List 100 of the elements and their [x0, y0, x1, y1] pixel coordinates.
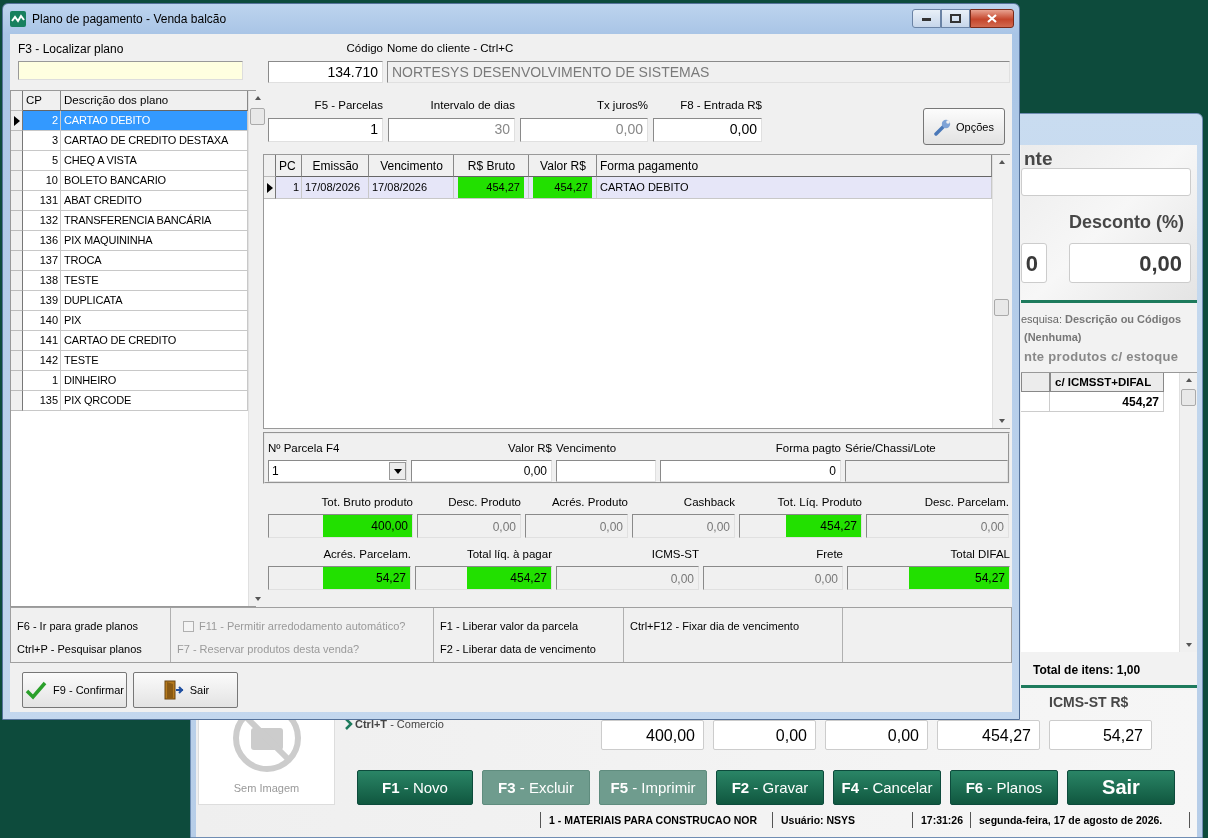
row-header — [11, 231, 23, 251]
column-header[interactable]: R$ Bruto — [454, 155, 529, 177]
plan-row[interactable]: 137 TROCA — [11, 251, 248, 271]
table-cell: PIX QRCODE — [61, 391, 248, 411]
plan-row[interactable]: 141 CARTAO DE CREDITO — [11, 331, 248, 351]
table-cell: TRANSFERENCIA BANCÁRIA — [61, 211, 248, 231]
plan-row[interactable]: 135 PIX QRCODE — [11, 391, 248, 411]
discount-field[interactable]: 0,00 — [1069, 243, 1191, 283]
input-field[interactable] — [1021, 168, 1191, 196]
row-header — [11, 131, 23, 151]
field-label: Cashback — [682, 496, 735, 510]
input-field[interactable]: 134.710 — [268, 61, 383, 83]
column-header[interactable]: c/ ICMSST+DIFAL — [1050, 373, 1164, 392]
status-text: segunda-feira, 17 de agosto de 2026. — [970, 812, 1190, 828]
exit-button[interactable]: Sair — [1067, 770, 1175, 805]
row-header — [11, 291, 23, 311]
options-button[interactable]: Opções — [923, 108, 1005, 145]
column-header[interactable]: Descrição dos plano — [61, 91, 248, 111]
row-header — [11, 311, 23, 331]
column-header[interactable]: Emissão — [302, 155, 369, 177]
column-header[interactable]: Valor R$ — [529, 155, 597, 177]
total-field[interactable]: 0,00 — [825, 720, 928, 750]
input-field[interactable]: 1 — [268, 118, 383, 142]
field-label: ICMS-ST R$ — [1049, 693, 1130, 712]
column-header[interactable]: CP — [23, 91, 61, 111]
scrollbar[interactable] — [1179, 373, 1197, 652]
minimize-button[interactable] — [912, 9, 941, 28]
scroll-thumb[interactable] — [994, 299, 1009, 316]
total-field[interactable]: 0,00 — [632, 514, 735, 538]
field-label: F5 - Parcelas — [313, 99, 383, 113]
scrollbar[interactable] — [992, 155, 1010, 428]
table-cell: 137 — [23, 251, 61, 271]
field-label: Vencimento — [556, 442, 618, 456]
total-field[interactable]: 54,27 — [1049, 720, 1152, 750]
close-button[interactable] — [970, 9, 1014, 28]
total-field[interactable]: 454,27 — [415, 566, 552, 590]
total-field[interactable]: 0,00 — [713, 720, 816, 750]
exit-button[interactable]: Sair — [133, 672, 238, 708]
total-field[interactable]: 454,27 — [739, 514, 862, 538]
scroll-thumb[interactable] — [250, 108, 265, 125]
plan-row[interactable]: 1 DINHEIRO — [11, 371, 248, 391]
table-cell: 131 — [23, 191, 61, 211]
table-cell: TESTE — [61, 351, 248, 371]
column-header[interactable]: Vencimento — [369, 155, 454, 177]
search-field[interactable] — [18, 61, 243, 80]
total-field[interactable]: 0,00 — [556, 566, 699, 590]
total-field[interactable]: 0,00 — [866, 514, 1009, 538]
field-label: Total líq. à pagar — [465, 548, 552, 562]
action-button[interactable]: F1 - Novo — [357, 770, 473, 805]
action-button[interactable]: F4 - Cancelar — [833, 770, 941, 805]
plan-row[interactable]: 132 TRANSFERENCIA BANCÁRIA — [11, 211, 248, 231]
row-header — [11, 351, 23, 371]
maximize-button[interactable] — [941, 9, 970, 28]
field-label: Forma pagto — [774, 442, 841, 456]
row-header — [11, 371, 23, 391]
scrollbar[interactable] — [248, 91, 266, 606]
column-header[interactable]: PC — [276, 155, 302, 177]
field-label: ICMS-ST — [650, 548, 699, 562]
total-field[interactable]: 54,27 — [268, 566, 411, 590]
total-field[interactable]: 0,00 — [417, 514, 521, 538]
total-field[interactable]: 400,00 — [268, 514, 413, 538]
total-field[interactable]: 0,00 — [525, 514, 628, 538]
input-field[interactable]: 0 — [1021, 243, 1047, 283]
input-field[interactable] — [556, 460, 656, 482]
total-field[interactable]: 400,00 — [601, 720, 704, 750]
dropdown[interactable]: 1 — [268, 460, 407, 482]
table-cell: CARTAO DE CREDITO DESTAXA — [61, 131, 248, 151]
checkbox-label: F11 - Permitir arredodamento automático? — [199, 620, 406, 632]
row-header — [264, 155, 276, 177]
plan-row[interactable]: 5 CHEQ A VISTA — [11, 151, 248, 171]
plan-row[interactable]: 140 PIX — [11, 311, 248, 331]
column-header[interactable]: Forma pagamento — [597, 155, 992, 177]
plan-row[interactable]: 138 TESTE — [11, 271, 248, 291]
installment-row[interactable]: 1 17/08/2026 17/08/2026 454,27 454,27 CARTAO DEBITO — [264, 177, 992, 199]
confirm-button[interactable]: F9 - Confirmar — [22, 672, 127, 708]
total-field[interactable]: 454,27 — [937, 720, 1040, 750]
column-header[interactable] — [1021, 373, 1050, 392]
field-label: Total DIFAL — [949, 548, 1010, 562]
action-button[interactable]: F2 - Gravar — [716, 770, 824, 805]
table-cell: CARTAO DEBITO — [61, 111, 248, 131]
total-field[interactable]: 54,27 — [847, 566, 1010, 590]
field-label: nte — [1023, 147, 1054, 168]
scroll-thumb[interactable] — [1181, 389, 1196, 406]
input-field[interactable]: 0,00 — [653, 118, 762, 142]
plan-row[interactable]: 136 PIX MAQUININHA — [11, 231, 248, 251]
plan-row[interactable]: 139 DUPLICATA — [11, 291, 248, 311]
field-label: Tot. Líq. Produto — [776, 496, 862, 510]
status-text: 1 - MATERIAIS PARA CONSTRUCAO NOR — [540, 812, 772, 828]
plan-row[interactable]: 142 TESTE — [11, 351, 248, 371]
row-header — [11, 251, 23, 271]
input-field[interactable]: 0,00 — [411, 460, 552, 482]
plan-row[interactable]: 10 BOLETO BANCARIO — [11, 171, 248, 191]
plan-row[interactable]: 131 ABAT CREDITO — [11, 191, 248, 211]
action-button[interactable]: F6 - Planos — [950, 770, 1058, 805]
input-field[interactable]: 0 — [660, 460, 841, 482]
no-image-label: Sem Imagem — [233, 782, 300, 794]
total-field[interactable]: 0,00 — [703, 566, 843, 590]
plan-row[interactable]: 3 CARTAO DE CREDITO DESTAXA — [11, 131, 248, 151]
input-field[interactable] — [845, 460, 1008, 482]
table-cell: 10 — [23, 171, 61, 191]
